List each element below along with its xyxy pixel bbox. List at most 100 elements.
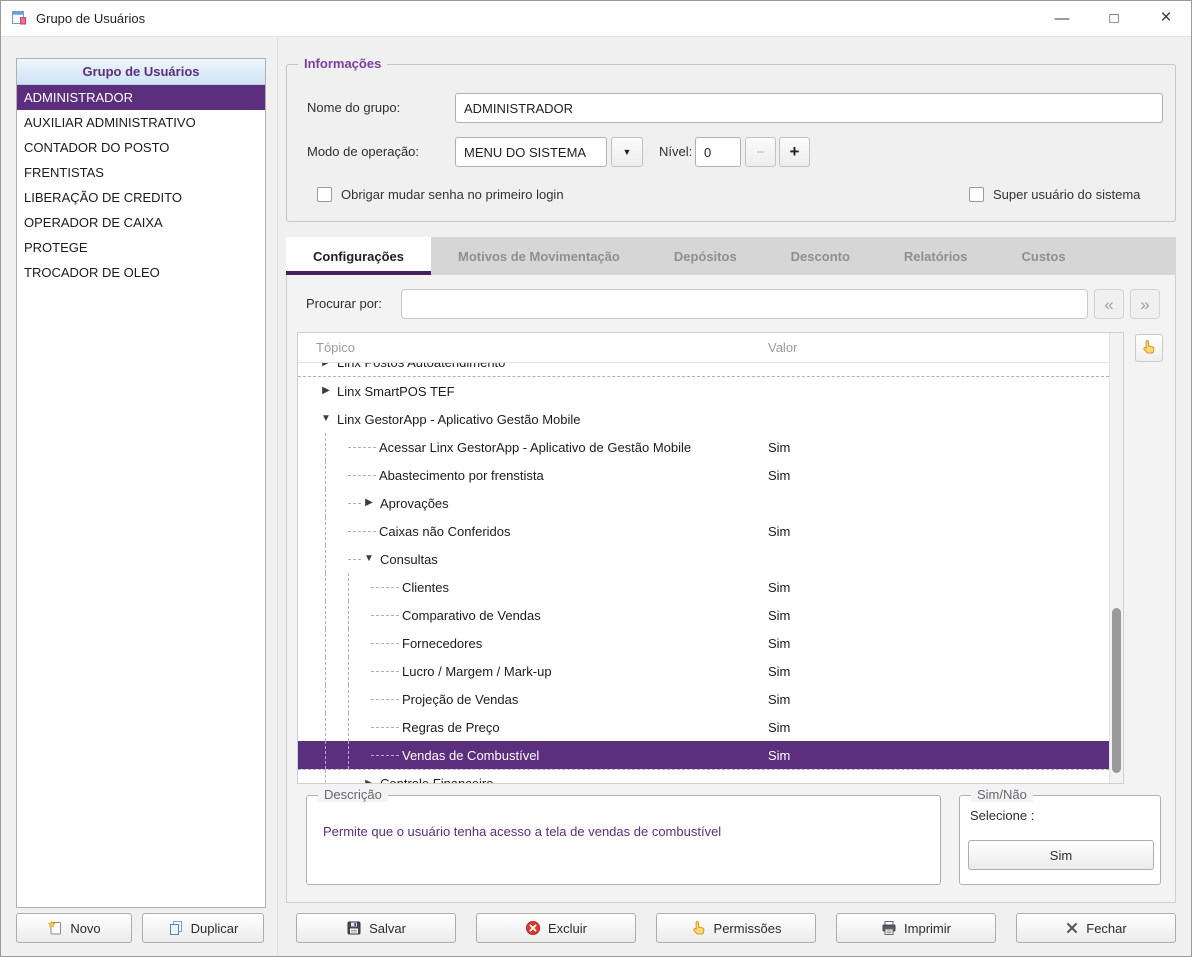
panel-splitter[interactable] [277,38,278,957]
close-button[interactable]: × [1140,0,1192,36]
tree-connector-line [371,586,399,588]
tree-item-label: Regras de Preço [402,719,500,735]
group-list-item-contador-do-posto[interactable]: CONTADOR DO POSTO [17,135,265,160]
super-usuario-row: Super usuário do sistema [969,187,1140,202]
tree-row[interactable]: Comparativo de Vendas Sim [298,601,1109,629]
tree-item-label: Projeção de Vendas [402,691,519,707]
sim-toggle-button[interactable]: Sim [968,840,1154,870]
duplicar-button[interactable]: Duplicar [142,913,264,943]
tree-item-value: Sim [768,579,791,595]
excluir-button[interactable]: Excluir [476,913,636,943]
permissoes-button[interactable]: Permissões [656,913,816,943]
tab-depositos[interactable]: Depósitos [647,237,764,275]
copy-icon [168,920,184,936]
window-controls: — □ × [1036,0,1192,36]
obrigar-senha-checkbox[interactable] [317,187,332,202]
collapse-arrow-icon[interactable]: ▼ [361,554,377,564]
column-header-topico[interactable]: Tópico [316,333,355,363]
tree-connector-line [348,530,376,532]
tree-guide-line [325,433,348,461]
tree-connector-line [371,670,399,672]
tree-row[interactable]: Vendas de Combustível Sim [298,741,1109,769]
nome-do-grupo-input[interactable] [455,93,1163,123]
tree-item-label: Clientes [402,579,449,595]
nivel-decrement-button[interactable]: − [745,137,776,167]
novo-button[interactable]: Novo [16,913,132,943]
tree-row[interactable]: Clientes Sim [298,573,1109,601]
salvar-button[interactable]: Salvar [296,913,456,943]
tree-row[interactable]: Projeção de Vendas Sim [298,685,1109,713]
configuracoes-tab-page: Procurar por: « » Tópico Valor ▶Linx Pos… [286,275,1176,903]
tab-relatorios[interactable]: Relatórios [877,237,995,275]
tab-desconto[interactable]: Desconto [764,237,877,275]
group-list-item-liberacao-de-credito[interactable]: LIBERAÇÃO DE CREDITO [17,185,265,210]
expand-arrow-icon[interactable]: ▶ [318,363,334,368]
group-list-item-frentistas[interactable]: FRENTISTAS [17,160,265,185]
nivel-label: Nível: [659,144,693,159]
group-list-item-operador-de-caixa[interactable]: OPERADOR DE CAIXA [17,210,265,235]
salvar-button-label: Salvar [369,920,406,936]
column-header-valor[interactable]: Valor [768,333,797,363]
expand-arrow-icon[interactable]: ▶ [318,386,334,396]
column-options-button[interactable] [1135,334,1163,362]
tree-connector-line [348,446,376,448]
tab-bar: Configurações Motivos de Movimentação Depó… [286,237,1176,275]
modo-operacao-combobox[interactable]: MENU DO SISTEMA [455,137,607,167]
duplicar-button-label: Duplicar [190,920,239,936]
group-list-item-auxiliar-administrativo[interactable]: AUXILIAR ADMINISTRATIVO [17,110,265,135]
selecione-label: Selecione : [970,808,1035,823]
window-title: Grupo de Usuários [36,10,146,26]
tree-row[interactable]: ▶Linx Postos Autoatendimento [298,363,1109,377]
tree-guide-line [348,629,371,657]
modo-operacao-dropdown-button[interactable]: ▼ [611,137,643,167]
fechar-button[interactable]: Fechar [1016,913,1176,943]
tree-connector-line [371,614,399,616]
tree-item-label: Consultas [380,551,438,567]
expand-arrow-icon[interactable]: ▶ [361,778,377,783]
tree-guide-line [325,545,348,573]
tree-scrollbar-thumb[interactable] [1112,608,1121,773]
tree-guide-line [348,657,371,685]
descricao-groupbox: Descrição Permite que o usuário tenha ac… [306,787,941,885]
maximize-button[interactable]: □ [1088,0,1140,36]
group-list-item-protege[interactable]: PROTEGE [17,235,265,260]
imprimir-button[interactable]: Imprimir [836,913,996,943]
collapse-arrow-icon[interactable]: ▼ [318,414,334,424]
tab-motivos-de-movimentacao[interactable]: Motivos de Movimentação [431,237,647,275]
descricao-text: Permite que o usuário tenha acesso a tel… [323,824,722,839]
nivel-increment-button[interactable]: + [779,137,810,167]
tree-row[interactable]: Abastecimento por frenstista Sim [298,461,1109,489]
tree-scrollbar[interactable] [1109,333,1123,783]
search-input[interactable] [401,289,1088,319]
tree-header: Tópico Valor [298,333,1123,363]
tree-row[interactable]: Acessar Linx GestorApp - Aplicativo de G… [298,433,1109,461]
tree-guide-line [348,573,371,601]
tree-row[interactable]: Regras de Preço Sim [298,713,1109,741]
tab-custos[interactable]: Custos [994,237,1092,275]
tree-row[interactable]: Lucro / Margem / Mark-up Sim [298,657,1109,685]
obrigar-senha-row: Obrigar mudar senha no primeiro login [317,187,564,202]
tree-row[interactable]: ▶Controle Financeiro [298,769,1109,783]
tree-row[interactable]: ▶ Linx SmartPOS TEF [298,377,1109,405]
search-previous-button[interactable]: « [1094,289,1124,319]
excluir-button-label: Excluir [547,920,587,936]
nivel-value-field[interactable]: 0 [695,137,741,167]
tree-row[interactable]: Fornecedores Sim [298,629,1109,657]
tree-row[interactable]: Caixas não Conferidos Sim [298,517,1109,545]
expand-arrow-icon[interactable]: ▶ [361,498,377,508]
tree-row[interactable]: ▼ Linx GestorApp - Aplicativo Gestão Mobi… [298,405,1109,433]
sim-nao-caption: Sim/Não [971,787,1033,802]
tree-row[interactable]: ▶ Aprovações [298,489,1109,517]
tree-item-value: Sim [768,439,791,455]
tree-guide-line [348,685,371,713]
informacoes-caption: Informações [298,56,388,71]
tree-row[interactable]: ▼ Consultas [298,545,1109,573]
new-icon [47,920,63,936]
search-next-button[interactable]: » [1130,289,1160,319]
super-usuario-checkbox[interactable] [969,187,984,202]
tree-item-label: Linx SmartPOS TEF [337,383,455,399]
tab-configuracoes[interactable]: Configurações [286,237,432,275]
group-list-item-administrador[interactable]: ADMINISTRADOR [17,85,265,110]
group-list-item-trocador-de-oleo[interactable]: TROCADOR DE OLEO [17,260,265,285]
minimize-button[interactable]: — [1036,0,1088,36]
